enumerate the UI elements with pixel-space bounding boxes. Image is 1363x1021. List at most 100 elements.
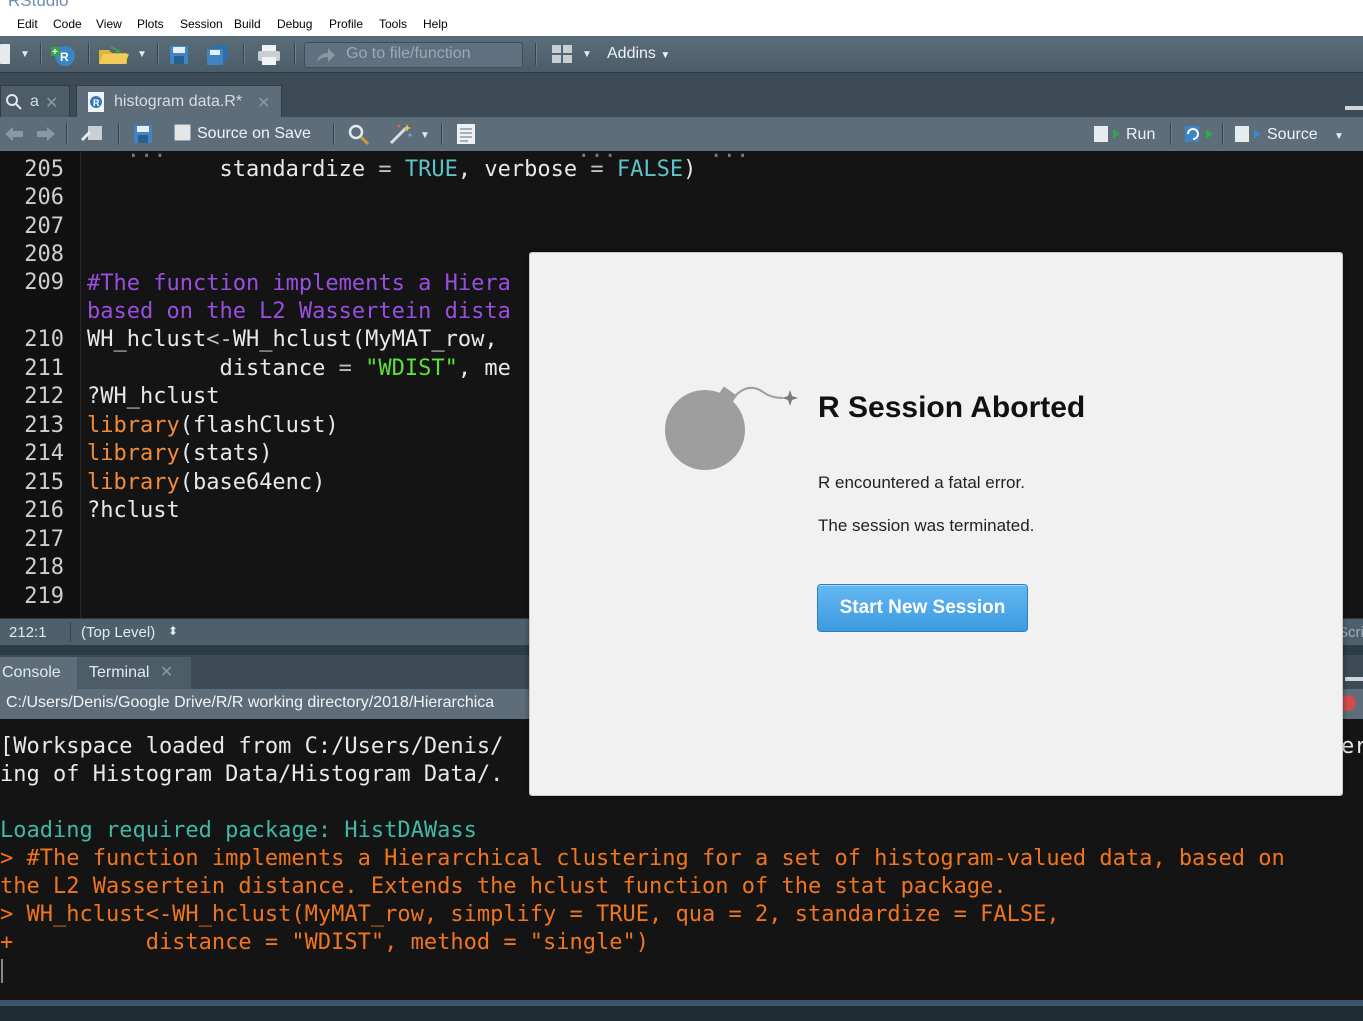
menu-plots[interactable]: Plots bbox=[137, 17, 164, 31]
line-number: 214 bbox=[24, 441, 64, 466]
menu-help[interactable]: Help bbox=[423, 17, 448, 31]
code-tools-wand-icon[interactable] bbox=[388, 122, 414, 146]
panes-dropdown-icon[interactable]: ▼ bbox=[580, 46, 594, 62]
bomb-icon bbox=[665, 386, 798, 470]
new-file-icon[interactable] bbox=[0, 44, 10, 64]
code-line: standardize = TRUE, verbose = FALSE) bbox=[87, 157, 697, 182]
line-number: 208 bbox=[24, 242, 64, 267]
save-all-icon[interactable] bbox=[205, 44, 231, 66]
console-cursor bbox=[1, 959, 3, 983]
start-new-session-button[interactable]: Start New Session bbox=[817, 584, 1028, 632]
line-number: 219 bbox=[24, 584, 64, 609]
menu-profile[interactable]: Profile bbox=[329, 17, 363, 31]
line-number: 207 bbox=[24, 214, 64, 239]
menu-session[interactable]: Session bbox=[180, 17, 223, 31]
open-file-dropdown-icon[interactable]: ▼ bbox=[135, 46, 149, 62]
tab-terminal[interactable]: Terminal ✕ bbox=[77, 657, 191, 689]
console-line: the L2 Wassertein distance. Extends the … bbox=[0, 874, 1007, 899]
show-in-window-icon[interactable] bbox=[80, 124, 104, 144]
code-line: library(base64enc) bbox=[87, 470, 326, 495]
rerun-icon[interactable] bbox=[1184, 123, 1214, 145]
search-icon bbox=[6, 94, 22, 110]
menu-bar: l Edit Code View Plots Session Build Deb… bbox=[0, 12, 1363, 37]
menu-tools[interactable]: Tools bbox=[379, 17, 407, 31]
code-comment-line: based on the L2 Wassertein dista bbox=[87, 299, 511, 324]
cursor-position: 212:1 bbox=[9, 624, 47, 641]
console-line: ing of Histogram Data/Histogram Data/. bbox=[0, 762, 504, 787]
line-number: 209 bbox=[24, 270, 64, 295]
save-icon[interactable] bbox=[168, 44, 190, 66]
main-toolbar: ▼ R + ▼ Go to file/function ▼ Addins ▼ bbox=[0, 36, 1363, 73]
session-aborted-dialog: R Session Aborted R encountered a fatal … bbox=[529, 252, 1343, 796]
addins-label: Addins bbox=[607, 45, 656, 62]
find-replace-icon[interactable] bbox=[347, 123, 371, 145]
run-button[interactable]: Run bbox=[1126, 126, 1155, 144]
menu-code[interactable]: Code bbox=[53, 17, 82, 31]
minimize-pane-icon[interactable] bbox=[1345, 677, 1363, 681]
tab-label: Console bbox=[2, 664, 61, 681]
source-icon[interactable] bbox=[1234, 123, 1262, 145]
dialog-title: R Session Aborted bbox=[818, 391, 1086, 424]
menu-debug[interactable]: Debug bbox=[277, 17, 312, 31]
console-line: + distance = "WDIST", method = "single") bbox=[0, 930, 650, 955]
menu-edit[interactable]: Edit bbox=[17, 17, 38, 31]
svg-text:R: R bbox=[60, 50, 69, 64]
console-line: [Workspace loaded from C:/Users/Denis/ bbox=[0, 734, 504, 759]
window-title-bar: RStudio bbox=[0, 0, 1363, 12]
line-number: 213 bbox=[24, 413, 64, 438]
source-on-save-label: Source on Save bbox=[197, 125, 311, 142]
menu-build[interactable]: Build bbox=[234, 17, 261, 31]
back-forward-icons[interactable] bbox=[3, 125, 57, 143]
svg-text:+: + bbox=[52, 47, 58, 58]
line-number: 205 bbox=[24, 157, 64, 182]
code-line: ?hclust bbox=[87, 498, 180, 523]
close-icon[interactable]: ✕ bbox=[257, 93, 270, 113]
line-number: 217 bbox=[24, 527, 64, 552]
tab-label: Terminal bbox=[89, 664, 150, 681]
menu-view[interactable]: View bbox=[96, 17, 122, 31]
line-number: 206 bbox=[24, 185, 64, 210]
source-on-save-checkbox[interactable] bbox=[174, 124, 191, 141]
addins-dropdown-icon: ▼ bbox=[660, 50, 671, 61]
code-tools-dropdown-icon[interactable]: ▼ bbox=[418, 127, 432, 143]
minimize-pane-icon[interactable] bbox=[1345, 106, 1363, 110]
source-button[interactable]: Source bbox=[1267, 126, 1318, 144]
addins-menu[interactable]: Addins ▼ bbox=[607, 45, 670, 63]
line-number: 215 bbox=[24, 470, 64, 495]
code-line: library(flashClust) bbox=[87, 413, 339, 438]
console-line: > WH_hclust<-WH_hclust(MyMAT_row, simpli… bbox=[0, 902, 1060, 927]
goto-file-function-input[interactable]: Go to file/function bbox=[304, 42, 523, 68]
save-icon[interactable] bbox=[132, 124, 154, 144]
tab-label: histogram data.R* bbox=[114, 93, 243, 110]
tab-label: a bbox=[30, 93, 39, 110]
goto-arrow-icon bbox=[317, 48, 335, 62]
dialog-message: The session was terminated. bbox=[818, 516, 1035, 535]
scope-dropdown-icon[interactable]: ⬍ bbox=[168, 624, 178, 638]
workspace-panes-icon[interactable] bbox=[551, 44, 573, 64]
close-icon[interactable]: ✕ bbox=[45, 93, 58, 113]
working-directory-path[interactable]: C:/Users/Denis/Google Drive/R/R working … bbox=[6, 694, 494, 712]
code-line: library(stats) bbox=[87, 441, 273, 466]
compile-report-icon[interactable] bbox=[455, 123, 477, 145]
print-icon[interactable] bbox=[256, 44, 282, 66]
close-icon[interactable]: ✕ bbox=[160, 664, 173, 681]
line-number: 216 bbox=[24, 498, 64, 523]
open-file-icon[interactable] bbox=[97, 44, 131, 66]
scope-selector[interactable]: (Top Level) bbox=[81, 624, 155, 641]
tab-histogram-data[interactable]: R histogram data.R* ✕ bbox=[76, 85, 282, 118]
run-icon[interactable] bbox=[1093, 123, 1121, 145]
new-file-dropdown-icon[interactable]: ▼ bbox=[18, 46, 32, 62]
line-number: 210 bbox=[24, 327, 64, 352]
line-number: 218 bbox=[24, 555, 64, 580]
editor-toolbar: Source on Save ▼ Run Source ▼ bbox=[0, 117, 1363, 152]
console-line: > #The function implements a Hierarchica… bbox=[0, 846, 1285, 871]
code-line: ?WH_hclust bbox=[87, 384, 220, 409]
tab-a[interactable]: a ✕ bbox=[0, 85, 70, 118]
code-comment-line: #The function implements a Hiera bbox=[87, 271, 511, 296]
new-project-icon[interactable]: R + bbox=[48, 42, 80, 68]
r-file-icon: R bbox=[88, 92, 104, 112]
dialog-message: R encountered a fatal error. bbox=[818, 473, 1025, 492]
tab-console[interactable]: Console bbox=[0, 657, 78, 689]
editor-tab-bar: a ✕ R histogram data.R* ✕ bbox=[0, 73, 1363, 118]
source-dropdown-icon[interactable]: ▼ bbox=[1332, 128, 1346, 144]
